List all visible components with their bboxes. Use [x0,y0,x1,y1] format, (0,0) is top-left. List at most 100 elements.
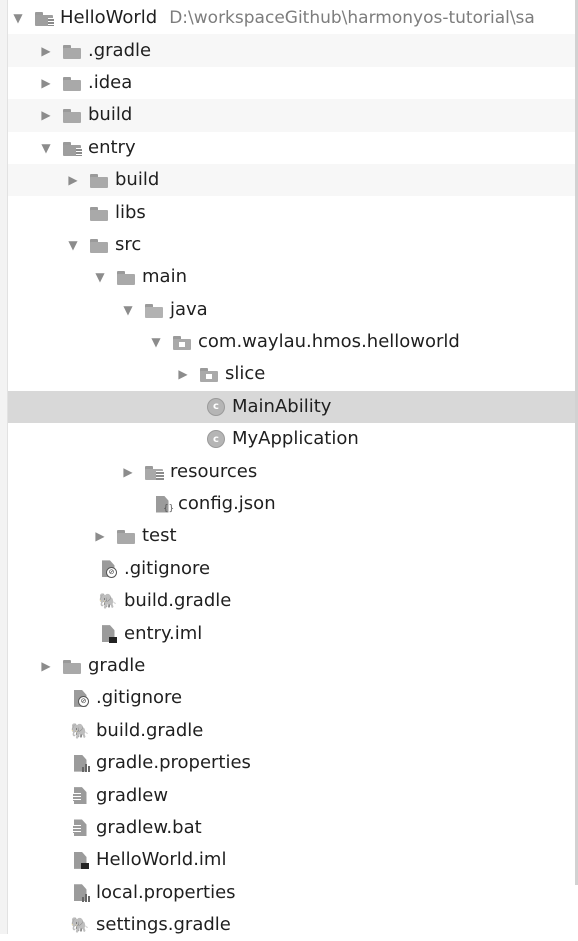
chevron-right-icon[interactable]: ▶ [120,464,136,480]
source-folder-icon [144,301,164,319]
folder-icon [116,527,136,545]
tree-row-root[interactable]: ▼ HelloWorld D:\workspaceGithub\harmonyo… [8,2,575,34]
tree-item-label: local.properties [96,881,236,903]
tree-item-label: java [170,298,208,320]
tree-row-test[interactable]: ▶ test [8,520,575,552]
tree-row-idea[interactable]: ▶ .idea [8,67,575,99]
chevron-down-icon[interactable]: ▼ [65,237,81,253]
properties-file-icon [70,754,90,773]
tree-item-label: build.gradle [124,590,232,612]
folder-icon [62,657,82,675]
tree-row-java[interactable]: ▼ java [8,294,575,326]
iml-file-icon [70,851,90,870]
tree-row-build[interactable]: ▶ build [8,99,575,132]
chevron-right-icon[interactable]: ▶ [38,43,54,59]
tree-item-label: com.waylau.hmos.helloworld [198,331,460,353]
tree-row-gradle-properties[interactable]: ▶ gradle.properties [8,747,575,779]
package-icon [199,365,219,383]
gradle-icon: 🐘 [70,916,90,935]
chevron-right-icon[interactable]: ▶ [38,107,54,123]
tree-item-label: .gitignore [96,687,183,709]
ignore-file-icon: ⊘ [70,689,90,708]
ignore-file-icon: ⊘ [98,560,118,578]
chevron-right-icon[interactable]: ▶ [38,658,54,674]
tree-row-libs[interactable]: ▶ libs [8,196,575,228]
tree-row-config-json[interactable]: ▶ {} config.json [8,488,575,520]
chevron-down-icon[interactable]: ▼ [38,140,54,156]
chevron-right-icon[interactable]: ▶ [65,172,81,188]
tree-row-src[interactable]: ▼ src [8,229,575,261]
tree-item-label: gradle.properties [96,752,251,774]
project-tree: ▼ HelloWorld D:\workspaceGithub\harmonyo… [8,2,575,941]
java-class-icon: c [206,397,226,416]
tree-item-label: build.gradle [96,719,204,741]
tree-row-gradle-dir[interactable]: ▶ .gradle [8,34,575,67]
tree-item-label: test [142,525,177,547]
folder-icon [62,42,82,60]
folder-icon [116,268,136,286]
folder-icon [62,106,82,124]
chevron-down-icon[interactable]: ▼ [92,269,108,285]
tree-item-label: settings.gradle [96,914,231,936]
tree-item-label: libs [115,201,146,223]
tree-item-label: build [115,169,160,191]
tree-item-label: main [142,266,187,288]
gradle-icon: 🐘 [70,721,90,740]
tree-row-build-gradle[interactable]: ▶ 🐘 build.gradle [8,715,575,747]
tree-row-entry-build[interactable]: ▶ build [8,163,575,197]
tree-row-settings-gradle[interactable]: ▶ 🐘 settings.gradle [8,909,575,941]
tree-item-label: .idea [88,71,133,93]
chevron-right-icon[interactable]: ▶ [92,528,108,544]
tree-row-gradlew-bat[interactable]: ▶ gradlew.bat [8,812,575,844]
project-path: D:\workspaceGithub\harmonyos-tutorial\sa [169,8,535,29]
tree-row-resources[interactable]: ▶ resources [8,455,575,487]
tree-item-label: slice [225,363,266,385]
tree-item-label: entry [88,136,136,158]
tree-item-label: config.json [178,493,276,515]
package-icon [172,333,192,351]
tree-item-label: gradlew.bat [96,816,202,838]
tree-item-label: src [115,233,142,255]
tree-row-gitignore[interactable]: ▶ ⊘ .gitignore [8,682,575,714]
tree-row-mainability[interactable]: ▶ c MainAbility [8,390,575,424]
tree-item-label: HelloWorld [60,7,158,29]
folder-icon [89,204,109,222]
tree-row-helloworld-iml[interactable]: ▶ HelloWorld.iml [8,844,575,876]
chevron-right-icon[interactable]: ▶ [38,75,54,91]
tree-item-label: HelloWorld.iml [96,849,227,871]
tree-row-entry-iml[interactable]: ▶ entry.iml [8,617,575,649]
folder-icon [89,236,109,254]
java-class-icon: c [206,430,226,449]
gradle-icon: 🐘 [98,592,118,611]
iml-file-icon [98,625,118,643]
tree-item-label: gradle [88,655,146,676]
folder-icon [89,171,109,189]
tree-row-entry-gitignore[interactable]: ▶ ⊘ .gitignore [8,553,575,585]
tree-item-label: gradlew [96,784,169,806]
tree-row-local-properties[interactable]: ▶ local.properties [8,877,575,909]
text-file-icon [70,819,90,837]
json-file-icon: {} [152,495,174,514]
module-folder-icon [62,139,82,157]
tree-row-myapplication[interactable]: ▶ c MyApplication [8,423,575,455]
tree-row-package[interactable]: ▼ com.waylau.hmos.helloworld [8,326,575,358]
tree-row-slice[interactable]: ▶ slice [8,358,575,390]
chevron-down-icon[interactable]: ▼ [10,10,26,26]
tree-row-main[interactable]: ▼ main [8,261,575,293]
chevron-right-icon[interactable]: ▶ [175,366,191,382]
tree-row-entry-build-gradle[interactable]: ▶ 🐘 build.gradle [8,585,575,617]
left-gutter [0,0,8,934]
tree-item-label: MyApplication [232,428,359,450]
tree-row-entry[interactable]: ▼ entry [8,132,575,164]
tree-row-gradlew[interactable]: ▶ gradlew [8,779,575,811]
folder-icon [62,74,82,92]
text-file-icon [70,787,90,805]
chevron-down-icon[interactable]: ▼ [148,334,164,350]
tree-item-label: entry.iml [124,622,203,644]
chevron-down-icon[interactable]: ▼ [120,302,136,318]
properties-file-icon [70,884,90,902]
tree-item-label: resources [170,460,258,482]
tree-row-gradle[interactable]: ▶ gradle [8,650,575,682]
module-folder-icon [34,9,54,27]
tree-item-label: .gradle [88,39,152,61]
